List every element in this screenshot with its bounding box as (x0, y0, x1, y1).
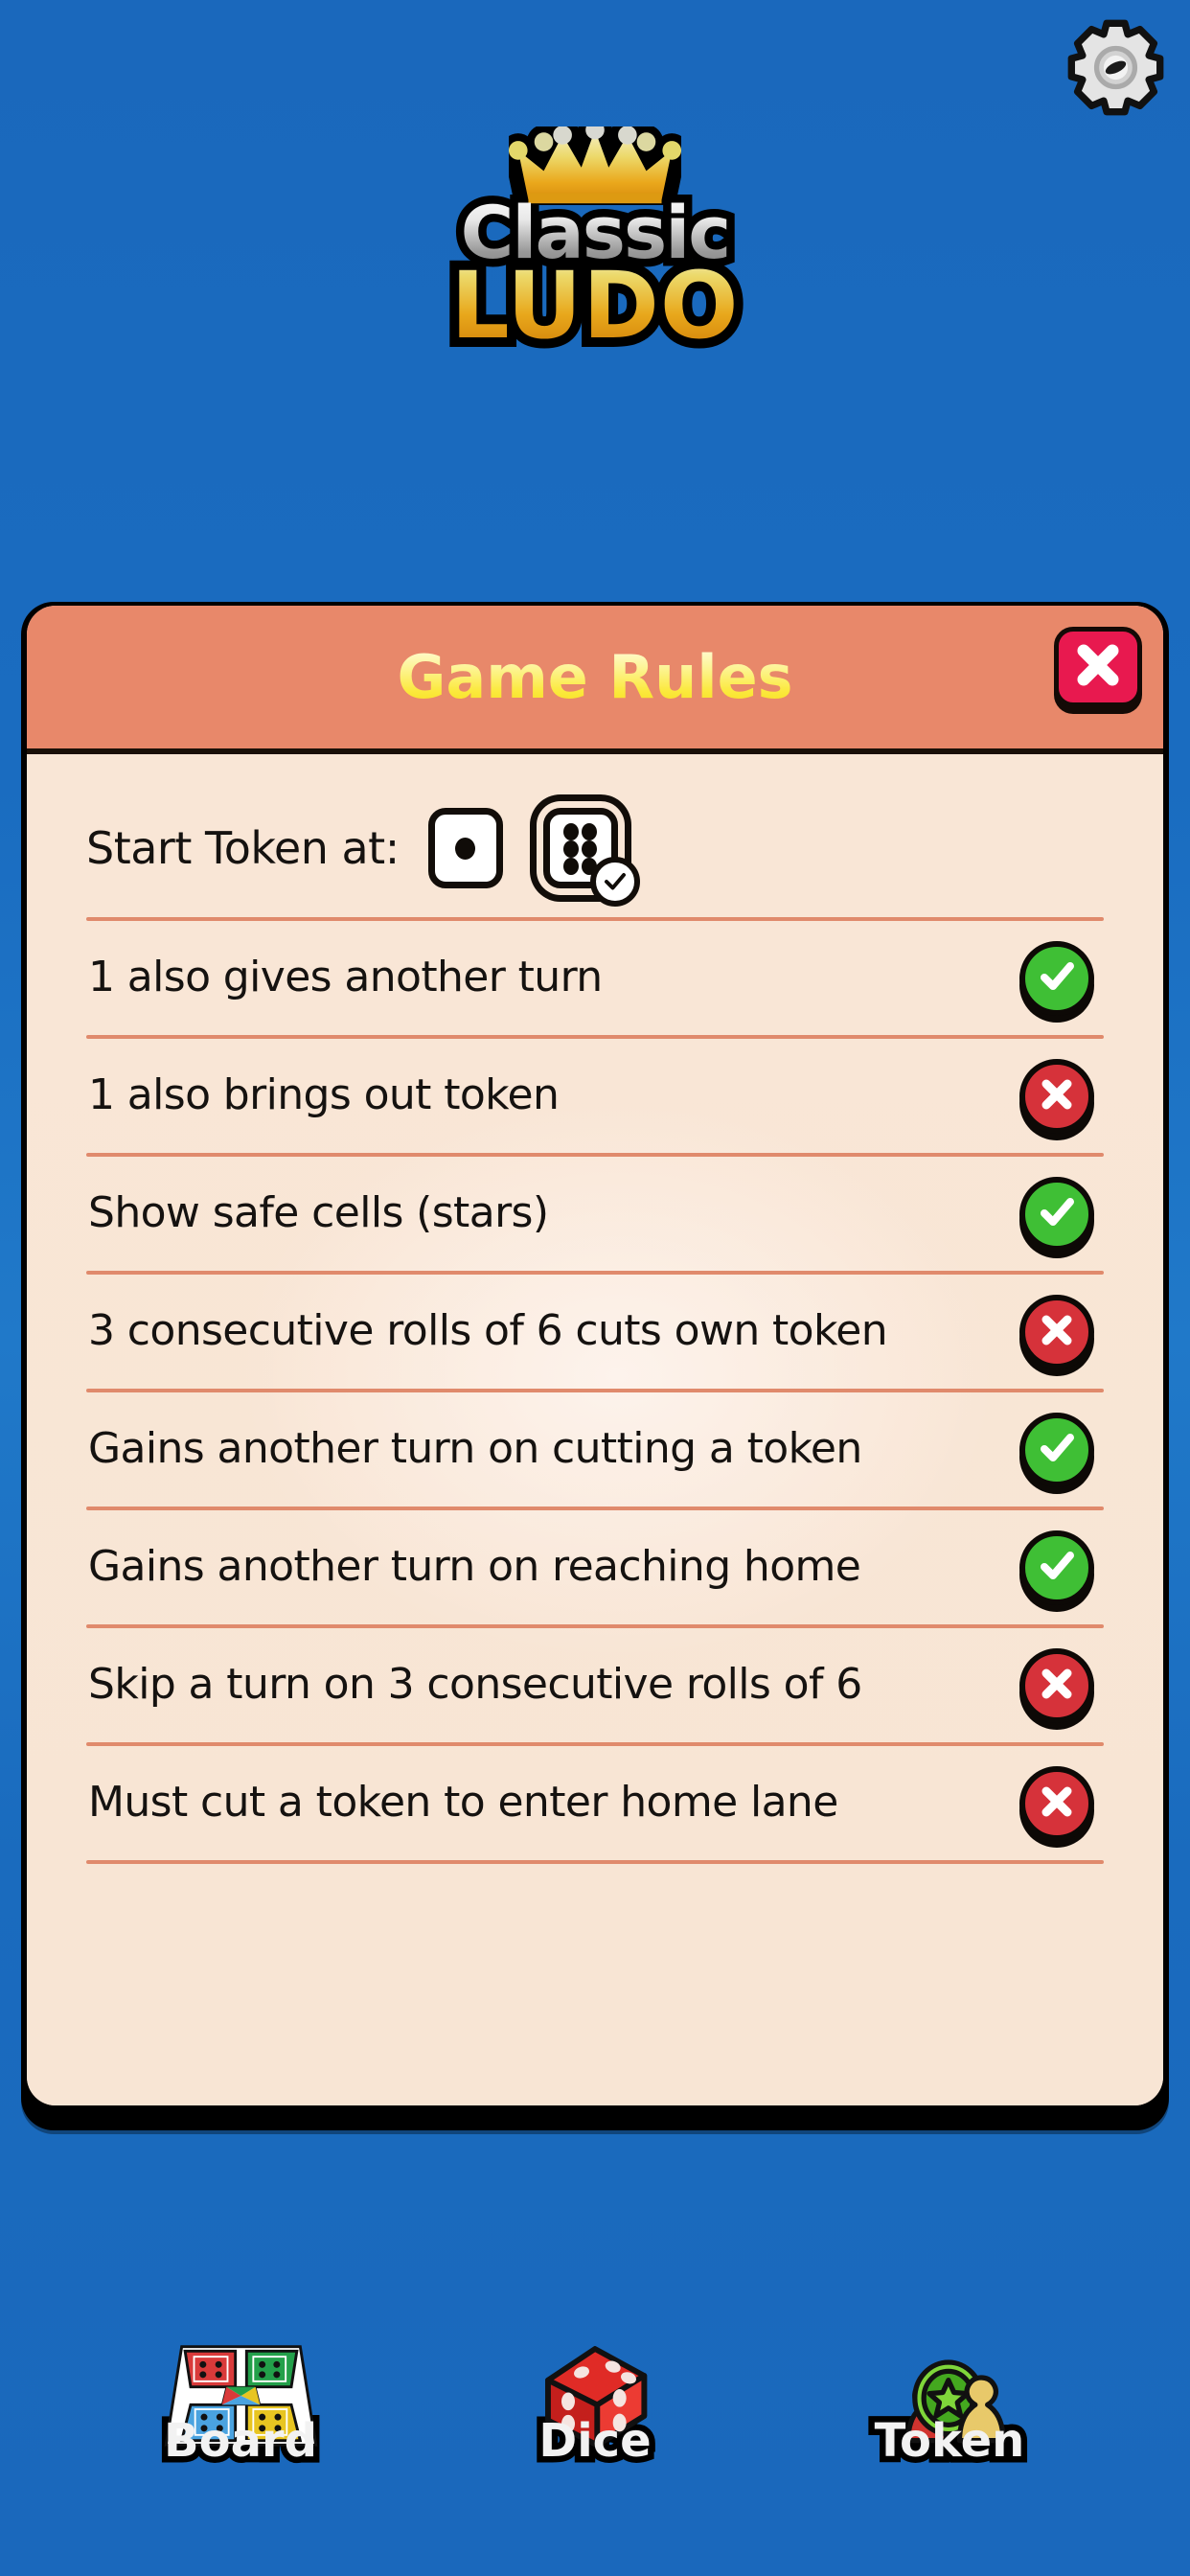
rule-label: 1 also brings out token (88, 1070, 560, 1120)
rule-row[interactable]: Gains another turn on reaching home (86, 1510, 1104, 1624)
nav-label-text: Board (164, 2413, 317, 2468)
selected-check-icon (589, 857, 640, 907)
dialog-body: Start Token at: 1 also gives another tur… (27, 754, 1163, 2105)
cross-icon (1035, 1308, 1079, 1356)
rule-label: Must cut a token to enter home lane (88, 1778, 838, 1828)
rule-label: 3 consecutive rolls of 6 cuts own token (88, 1306, 888, 1356)
die-option-1[interactable] (427, 808, 503, 888)
rule-toggle[interactable] (1019, 1058, 1094, 1134)
nav-item-dice[interactable]: Dice (490, 2342, 700, 2465)
cross-icon (1035, 1072, 1079, 1120)
cross-icon (1035, 1662, 1079, 1710)
rule-toggle[interactable] (1019, 1176, 1094, 1252)
dialog-title-text: Game Rules (397, 641, 793, 712)
rule-row[interactable]: Skip a turn on 3 consecutive rolls of 6 (86, 1628, 1104, 1742)
rule-label: Gains another turn on cutting a token (88, 1424, 862, 1474)
logo-ludo-text: LUDO (450, 251, 740, 359)
rule-toggle[interactable] (1019, 1530, 1094, 1605)
rule-row[interactable]: Show safe cells (stars) (86, 1157, 1104, 1271)
start-token-label: Start Token at: (86, 822, 400, 874)
check-icon (1035, 1190, 1079, 1238)
rule-toggle[interactable] (1019, 1412, 1094, 1487)
check-icon (1035, 954, 1079, 1002)
game-rules-dialog: Game Rules Start Token at: (21, 602, 1169, 2130)
nav-label-text: Token (874, 2413, 1025, 2468)
nav-label-text: Dice (538, 2413, 652, 2468)
bottom-navigation: Board D (0, 2342, 1190, 2465)
die-pip (563, 858, 580, 875)
die-pip (582, 823, 598, 840)
rule-label: Show safe cells (stars) (88, 1188, 549, 1238)
rule-label: Skip a turn on 3 consecutive rolls of 6 (88, 1660, 862, 1710)
start-token-row: Start Token at: (86, 787, 1104, 917)
cross-icon (1035, 1780, 1079, 1828)
nav-label-board: Board (164, 2413, 317, 2468)
rule-toggle[interactable] (1019, 940, 1094, 1016)
dialog-title: Game Rules (397, 646, 792, 708)
rule-toggle[interactable] (1019, 1294, 1094, 1369)
settings-button[interactable] (1065, 17, 1166, 118)
nav-label-dice: Dice (538, 2413, 652, 2468)
die-pip (563, 840, 580, 858)
nav-label-token: Token (874, 2413, 1025, 2468)
logo-ludo: LUDO (451, 260, 740, 352)
die-option-6[interactable] (542, 808, 640, 907)
rule-row[interactable]: 1 also gives another turn (86, 921, 1104, 1035)
dialog-header: Game Rules (27, 606, 1163, 754)
app-logo: Classic LUDO (0, 126, 1190, 352)
nav-item-board[interactable]: Board (135, 2342, 346, 2465)
rule-label: Gains another turn on reaching home (88, 1542, 861, 1592)
rule-row[interactable]: 1 also brings out token (86, 1039, 1104, 1153)
check-icon (1035, 1426, 1079, 1474)
rule-row[interactable]: 3 consecutive rolls of 6 cuts own token (86, 1275, 1104, 1389)
check-icon (1035, 1544, 1079, 1592)
nav-item-token[interactable]: Token (844, 2342, 1055, 2465)
die-pip (455, 837, 476, 860)
rule-row[interactable]: Must cut a token to enter home lane (86, 1746, 1104, 1860)
rule-label: 1 also gives another turn (88, 953, 603, 1002)
close-button[interactable] (1054, 627, 1142, 707)
crown-icon (509, 126, 681, 205)
rule-toggle[interactable] (1019, 1765, 1094, 1841)
row-divider (86, 1860, 1104, 1864)
die-pip (563, 823, 580, 840)
start-token-options (427, 808, 640, 907)
rule-row[interactable]: Gains another turn on cutting a token (86, 1392, 1104, 1506)
gear-icon (1065, 17, 1166, 118)
rule-toggle[interactable] (1019, 1647, 1094, 1723)
close-x-icon (1073, 640, 1123, 694)
die-pip (582, 840, 598, 858)
